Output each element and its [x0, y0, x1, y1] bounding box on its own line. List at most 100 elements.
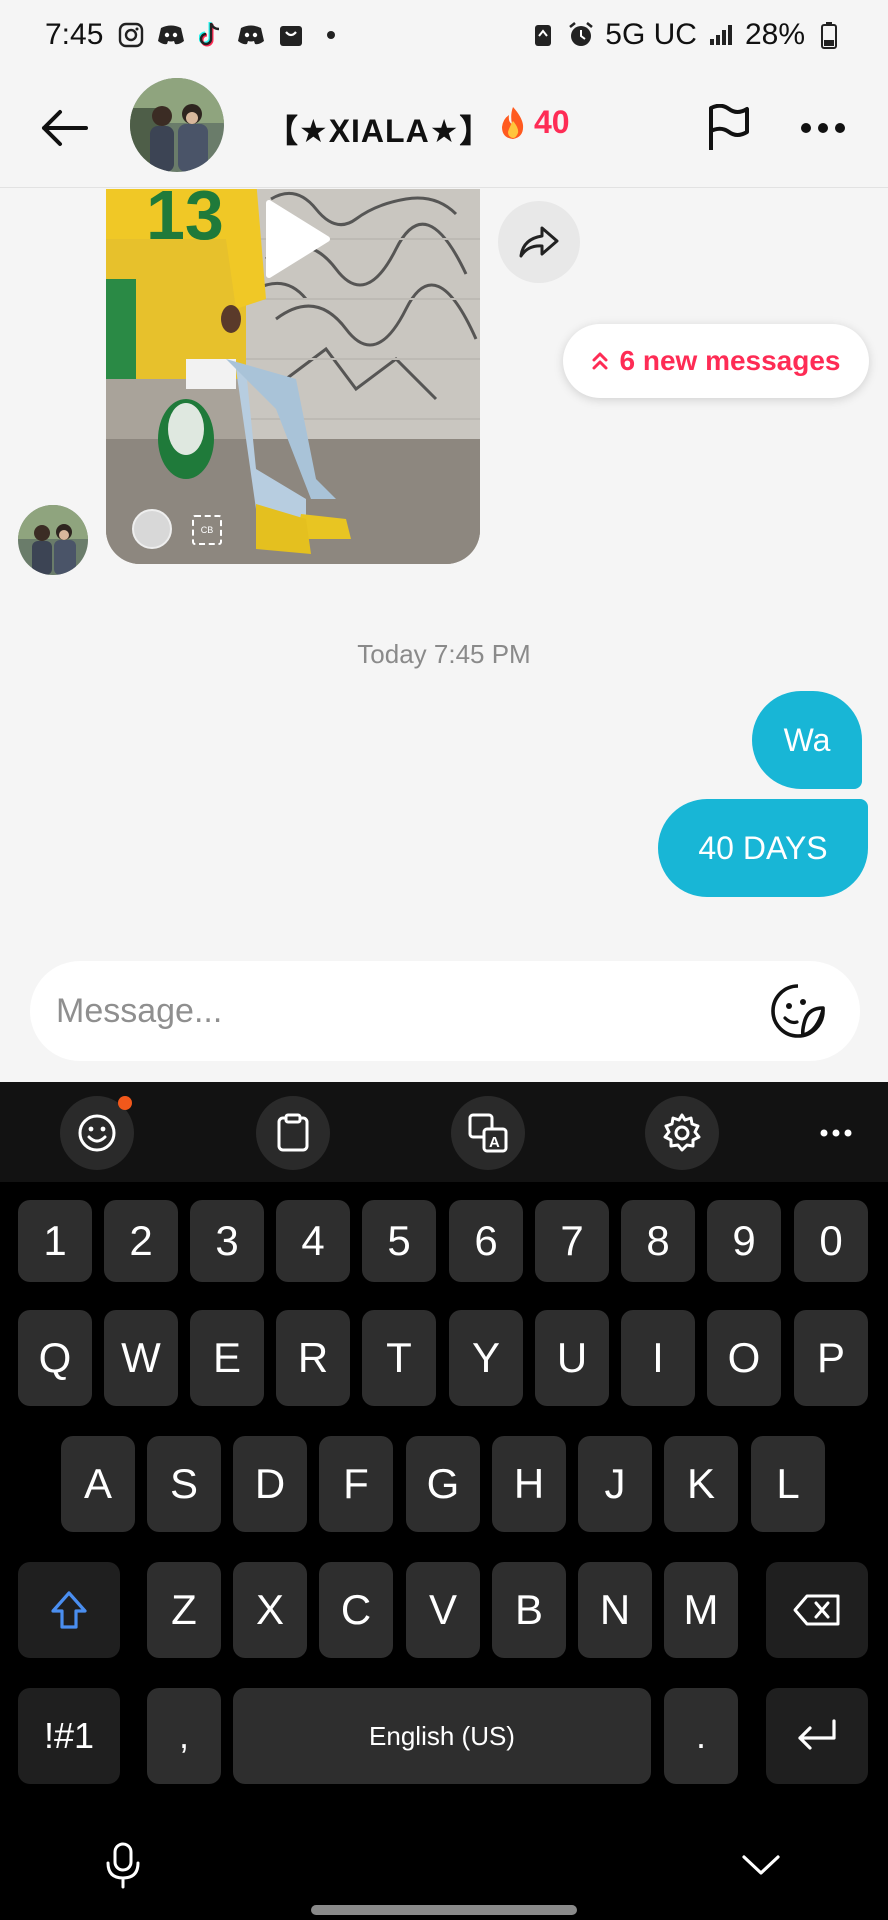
space-key[interactable]: English (US) — [233, 1688, 651, 1784]
home-indicator[interactable] — [311, 1905, 577, 1915]
key-3[interactable]: 3 — [190, 1200, 264, 1282]
status-bar: 7:45 5G UC 28% — [0, 0, 888, 70]
sticker-button[interactable] — [768, 981, 828, 1041]
contact-avatar[interactable] — [130, 78, 224, 172]
discord-icon — [237, 21, 265, 49]
key-5[interactable]: 5 — [362, 1200, 436, 1282]
new-messages-label: 6 new messages — [619, 345, 841, 376]
report-button[interactable] — [700, 100, 756, 156]
key-f[interactable]: F — [319, 1436, 393, 1532]
status-right: 5G UC 28% — [529, 18, 843, 52]
sender-avatar[interactable] — [18, 505, 88, 575]
more-dots-icon — [820, 1129, 852, 1137]
message-input[interactable] — [56, 981, 736, 1041]
streak-badge[interactable]: 40 — [498, 104, 570, 141]
keyboard-settings-button[interactable] — [645, 1096, 719, 1170]
key-7[interactable]: 7 — [535, 1200, 609, 1282]
key-b[interactable]: B — [492, 1562, 566, 1658]
key-2[interactable]: 2 — [104, 1200, 178, 1282]
shared-video-card[interactable]: 13 CB — [106, 189, 480, 564]
key-1[interactable]: 1 — [18, 1200, 92, 1282]
dot-icon — [317, 21, 345, 49]
key-y[interactable]: Y — [449, 1310, 523, 1406]
key-c[interactable]: C — [319, 1562, 393, 1658]
battery-saver-icon — [529, 21, 557, 49]
key-h[interactable]: H — [492, 1436, 566, 1532]
voice-input-button[interactable] — [104, 1838, 142, 1892]
clipboard-button[interactable] — [256, 1096, 330, 1170]
enter-key[interactable] — [766, 1688, 868, 1784]
key-r[interactable]: R — [276, 1310, 350, 1406]
key-o[interactable]: O — [707, 1310, 781, 1406]
back-button[interactable] — [36, 100, 92, 156]
backspace-icon — [793, 1594, 840, 1626]
streak-count: 40 — [534, 104, 570, 140]
message-composer — [30, 961, 860, 1061]
clipboard-icon — [277, 1113, 309, 1152]
key-l[interactable]: L — [751, 1436, 825, 1532]
shopping-bag-icon — [277, 21, 305, 49]
key-m[interactable]: M — [664, 1562, 738, 1658]
notification-icons — [117, 21, 345, 49]
chevron-down-icon — [742, 1855, 780, 1875]
tiktok-icon — [197, 21, 225, 49]
key-n[interactable]: N — [578, 1562, 652, 1658]
more-options-button[interactable] — [795, 100, 851, 156]
symbols-key[interactable]: !#1 — [18, 1688, 120, 1784]
key-4[interactable]: 4 — [276, 1200, 350, 1282]
signal-icon — [707, 21, 735, 49]
alarm-icon — [567, 21, 595, 49]
chat-header: 【★XIALA★】 40 — [0, 70, 888, 188]
microphone-icon — [106, 1842, 140, 1889]
key-z[interactable]: Z — [147, 1562, 221, 1658]
key-p[interactable]: P — [794, 1310, 868, 1406]
shift-icon — [51, 1591, 87, 1629]
chat-thread[interactable]: 13 CB 6 new messages Today 7:45 PM Wa 40… — [0, 189, 888, 959]
contact-name[interactable]: 【★XIALA★】 — [266, 106, 492, 152]
key-i[interactable]: I — [621, 1310, 695, 1406]
play-button[interactable] — [256, 199, 336, 279]
key-s[interactable]: S — [147, 1436, 221, 1532]
enter-icon — [798, 1719, 836, 1750]
key-v[interactable]: V — [406, 1562, 480, 1658]
key-8[interactable]: 8 — [621, 1200, 695, 1282]
translate-button[interactable]: A — [451, 1096, 525, 1170]
key-0[interactable]: 0 — [794, 1200, 868, 1282]
network-type: 5G UC — [605, 18, 697, 51]
shift-key[interactable] — [18, 1562, 120, 1658]
key-d[interactable]: D — [233, 1436, 307, 1532]
emoji-button[interactable] — [60, 1096, 134, 1170]
period-key[interactable]: . — [664, 1688, 738, 1784]
key-g[interactable]: G — [406, 1436, 480, 1532]
back-arrow-icon — [42, 110, 88, 146]
hide-keyboard-button[interactable] — [734, 1838, 788, 1892]
key-q[interactable]: Q — [18, 1310, 92, 1406]
key-9[interactable]: 9 — [707, 1200, 781, 1282]
status-time: 7:45 — [45, 18, 104, 51]
fire-icon — [502, 106, 524, 139]
key-j[interactable]: J — [578, 1436, 652, 1532]
backspace-key[interactable] — [766, 1562, 868, 1658]
message-timestamp: Today 7:45 PM — [357, 639, 531, 669]
key-u[interactable]: U — [535, 1310, 609, 1406]
message-bubble-outgoing[interactable]: Wa — [752, 691, 862, 789]
key-e[interactable]: E — [190, 1310, 264, 1406]
video-badge: CB — [192, 515, 222, 545]
key-x[interactable]: X — [233, 1562, 307, 1658]
keyboard-toolbar: A — [0, 1082, 888, 1182]
key-t[interactable]: T — [362, 1310, 436, 1406]
keyboard: A 1 2 3 4 5 6 7 8 9 0 Q W E R T Y U I O … — [0, 1082, 888, 1920]
share-arrow-icon — [519, 226, 559, 258]
key-k[interactable]: K — [664, 1436, 738, 1532]
toolbar-more-button[interactable] — [806, 1096, 866, 1170]
message-bubble-outgoing[interactable]: 40 DAYS — [658, 799, 868, 897]
emoji-icon — [78, 1114, 116, 1152]
comma-key[interactable]: , — [147, 1688, 221, 1784]
key-a[interactable]: A — [61, 1436, 135, 1532]
new-messages-pill[interactable]: 6 new messages — [563, 324, 869, 398]
share-button[interactable] — [498, 201, 580, 283]
key-6[interactable]: 6 — [449, 1200, 523, 1282]
video-author-avatar — [132, 509, 172, 549]
key-w[interactable]: W — [104, 1310, 178, 1406]
navigation-bar — [0, 1812, 888, 1920]
